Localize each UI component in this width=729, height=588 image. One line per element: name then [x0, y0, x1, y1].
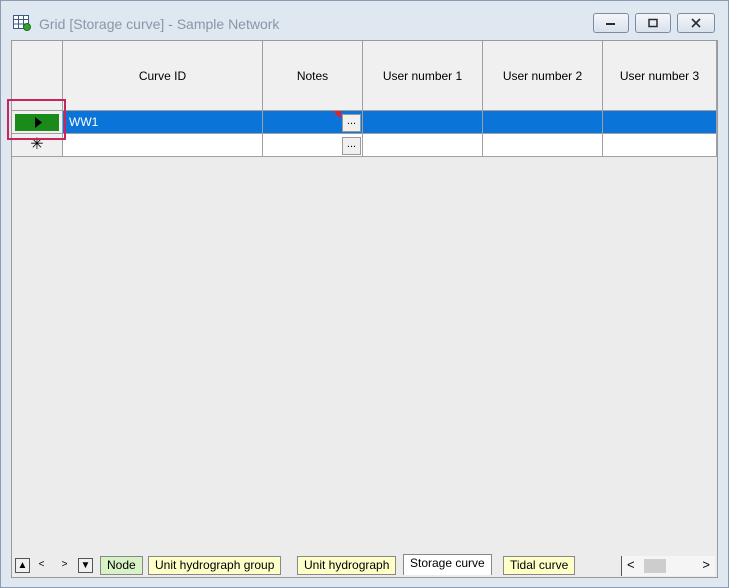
- cell-user-number-1[interactable]: [363, 111, 483, 134]
- maximize-button[interactable]: [635, 13, 671, 33]
- scroll-thumb[interactable]: [644, 559, 666, 573]
- close-button[interactable]: [677, 13, 715, 33]
- next-record-button[interactable]: >: [57, 558, 72, 573]
- cell-curve-id[interactable]: WW1: [63, 111, 263, 134]
- tab-node[interactable]: Node: [100, 556, 143, 575]
- restore-icon: [648, 18, 658, 28]
- tab-unit-hydrograph-group[interactable]: Unit hydrograph group: [148, 556, 282, 575]
- minimize-button[interactable]: [593, 13, 629, 33]
- scroll-left-button[interactable]: <: [627, 557, 635, 572]
- new-table-row[interactable]: ✳ ...: [12, 134, 717, 157]
- column-header-user-number-3[interactable]: User number 3: [603, 41, 717, 111]
- cell-user-number-3[interactable]: [603, 111, 717, 134]
- grid-client-area: Curve ID Notes User number 1 User number…: [7, 40, 718, 578]
- cell-notes[interactable]: ...: [263, 111, 363, 134]
- grid-app-icon: [13, 15, 31, 31]
- horizontal-scrollbar[interactable]: < >: [621, 556, 715, 576]
- previous-record-button[interactable]: <: [34, 558, 49, 573]
- column-header-user-number-2[interactable]: User number 2: [483, 41, 603, 111]
- first-record-button[interactable]: ▲: [15, 558, 30, 573]
- cell-notes[interactable]: ...: [263, 134, 363, 157]
- cell-user-number-2[interactable]: [483, 134, 603, 157]
- column-header-curve-id[interactable]: Curve ID: [63, 41, 263, 111]
- notes-ellipsis-button[interactable]: ...: [342, 114, 361, 132]
- tab-unit-hydrograph[interactable]: Unit hydrograph: [297, 556, 397, 575]
- grid-window: Grid [Storage curve] - Sample Network Cu…: [0, 0, 729, 588]
- cell-curve-id[interactable]: [63, 134, 263, 157]
- last-record-button[interactable]: ▼: [78, 558, 93, 573]
- minimize-icon: [606, 23, 615, 25]
- note-marker-icon: [333, 111, 341, 119]
- data-grid: Curve ID Notes User number 1 User number…: [7, 41, 717, 157]
- title-bar[interactable]: Grid [Storage curve] - Sample Network: [1, 1, 728, 39]
- tab-tidal-curve[interactable]: Tidal curve: [503, 556, 576, 575]
- highlight-box: [7, 99, 66, 140]
- notes-ellipsis-button[interactable]: ...: [342, 137, 361, 155]
- tab-storage-curve[interactable]: Storage curve: [403, 554, 492, 575]
- bottom-tab-bar: ▲ < > ▼ Node Unit hydrograph group Unit …: [12, 554, 717, 577]
- column-header-user-number-1[interactable]: User number 1: [363, 41, 483, 111]
- window-title: Grid [Storage curve] - Sample Network: [39, 16, 280, 32]
- cell-user-number-2[interactable]: [483, 111, 603, 134]
- table-row[interactable]: WW1 ...: [12, 111, 717, 134]
- scroll-right-button[interactable]: >: [702, 557, 710, 572]
- column-header-notes[interactable]: Notes: [263, 41, 363, 111]
- cell-user-number-3[interactable]: [603, 134, 717, 157]
- close-icon: [691, 18, 701, 28]
- cell-user-number-1[interactable]: [363, 134, 483, 157]
